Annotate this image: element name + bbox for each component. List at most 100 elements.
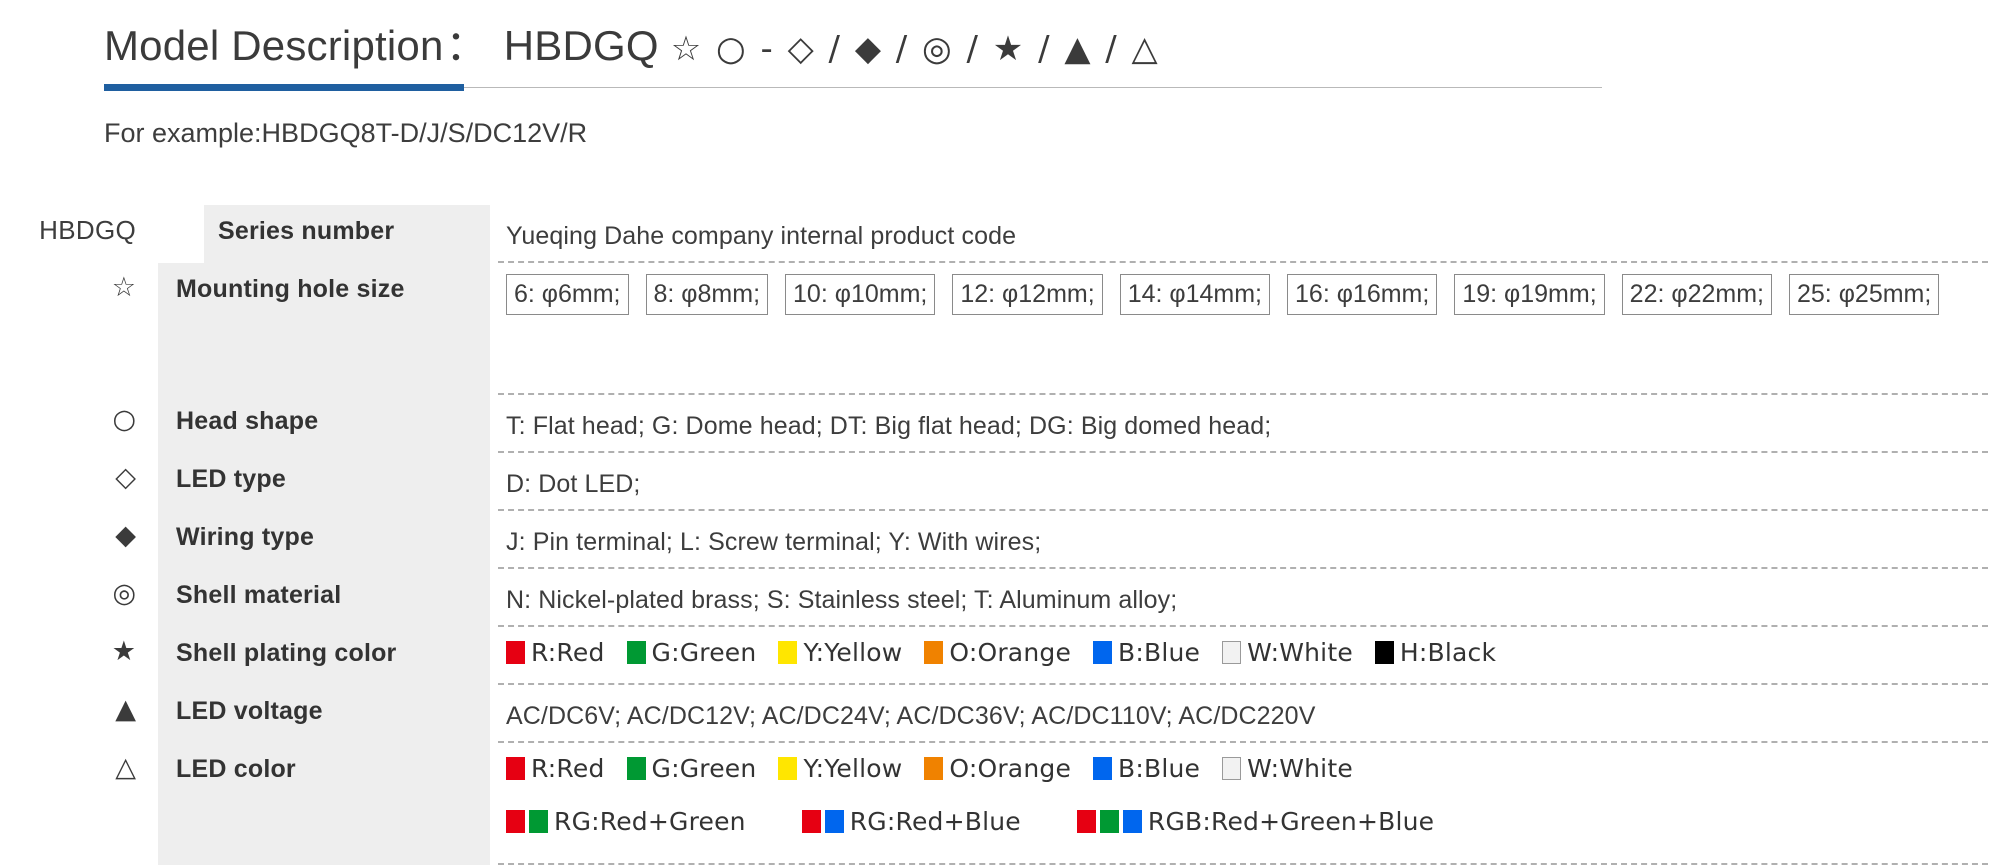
row-value-content: Yueqing Dahe company internal product co… bbox=[506, 216, 1976, 256]
page-title-text: Model Description bbox=[104, 22, 444, 69]
color-legend-label: G:Green bbox=[651, 638, 757, 667]
row-label: Wiring type bbox=[158, 511, 490, 569]
color-legend-item: B:Blue bbox=[1093, 754, 1200, 783]
hole-size-option[interactable]: 6: φ6mm; bbox=[506, 274, 629, 315]
model-description-table: HBDGQ Series number Yueqing Dahe company i… bbox=[0, 205, 2000, 865]
color-legend-label: RGB:Red+Green+Blue bbox=[1147, 807, 1435, 836]
model-symbol-sequence: ☆ ○ - ◇ / ◆ / ◎ / ★ / ▲ / △ bbox=[670, 29, 1160, 69]
color-legend-row: R:Red G:Green Y:Yellow O:Orange B:Blue W:Whit… bbox=[506, 638, 1976, 667]
row-label: Mounting hole size bbox=[158, 263, 490, 395]
row-value-cell: R:Red G:Green Y:Yellow O:Orange B:Blue W:Whit… bbox=[490, 743, 2000, 865]
model-code: HBDGQ bbox=[503, 22, 659, 69]
row-symbol-icon: ◎ bbox=[112, 578, 136, 609]
table-row: ○ Head shape T: Flat head; G: Dome head; D… bbox=[0, 395, 2000, 453]
example-line: For example:HBDGQ8T-D/J/S/DC12V/R bbox=[104, 118, 588, 148]
row-value-content: 6: φ6mm; 8: φ8mm; 10: φ10mm; 12: φ12mm; 14: … bbox=[506, 274, 1976, 315]
color-legend-label: W:White bbox=[1247, 754, 1353, 783]
table-row: ◆ Wiring type J: Pin terminal; L: Screw te… bbox=[0, 511, 2000, 569]
row-symbol-cell: ★ bbox=[0, 627, 158, 685]
page-title: Model Description ： HBDGQ ☆ ○ - ◇ / ◆ / … bbox=[104, 12, 1604, 73]
color-legend-item: B:Blue bbox=[1093, 638, 1200, 667]
row-value-text: J: Pin terminal; L: Screw terminal; Y: W… bbox=[506, 528, 1042, 556]
table-row: ☆ Mounting hole size 6: φ6mm; 8: φ8mm; 10: φ… bbox=[0, 263, 2000, 395]
row-symbol-cell: HBDGQ bbox=[0, 205, 158, 263]
hole-size-option[interactable]: 22: φ22mm; bbox=[1621, 274, 1772, 315]
color-swatch-icon bbox=[1093, 641, 1113, 664]
row-value-cell: N: Nickel-plated brass; S: Stainless ste… bbox=[490, 569, 2000, 627]
color-swatch-icon bbox=[924, 757, 944, 780]
color-legend-label: RG:Red+Green bbox=[554, 807, 746, 836]
hole-size-option[interactable]: 14: φ14mm; bbox=[1119, 274, 1271, 315]
color-swatch-icon bbox=[924, 641, 944, 664]
row-value-text: AC/DC6V; AC/DC12V; AC/DC24V; AC/DC36V; A… bbox=[506, 702, 1316, 730]
hole-size-option[interactable]: 10: φ10mm; bbox=[785, 274, 936, 315]
row-symbol-cell: ☆ bbox=[0, 263, 158, 395]
color-legend-label: O:Orange bbox=[949, 754, 1072, 783]
row-value-text: T: Flat head; G: Dome head; DT: Big flat… bbox=[506, 412, 1272, 440]
color-legend-item: RGB:Red+Green+Blue bbox=[1076, 807, 1435, 836]
row-symbol-icon: ◆ bbox=[115, 520, 136, 551]
row-value-content: R:Red G:Green Y:Yellow O:Orange B:Blue W:Whit… bbox=[506, 638, 1976, 667]
page-header: Model Description ： HBDGQ ☆ ○ - ◇ / ◆ / … bbox=[104, 12, 1604, 73]
row-value-text: D: Dot LED; bbox=[506, 470, 641, 498]
title-underline-accent bbox=[104, 84, 464, 91]
hole-size-option[interactable]: 12: φ12mm; bbox=[952, 274, 1103, 315]
row-value-cell: 6: φ6mm; 8: φ8mm; 10: φ10mm; 12: φ12mm; 14: … bbox=[490, 263, 2000, 395]
color-swatch-icon bbox=[1374, 641, 1394, 664]
row-symbol-cell: ○ bbox=[0, 395, 158, 453]
row-value-content: J: Pin terminal; L: Screw terminal; Y: W… bbox=[506, 522, 1976, 562]
color-swatch-icon bbox=[824, 810, 844, 833]
page-title-colon: ： bbox=[445, 22, 488, 69]
color-legend-label: Y:Yellow bbox=[803, 638, 903, 667]
row-symbol-cell: ◇ bbox=[0, 453, 158, 511]
legend-row-spacer bbox=[506, 783, 1976, 807]
row-value-content: D: Dot LED; bbox=[506, 464, 1976, 504]
color-legend-label: Y:Yellow bbox=[803, 754, 903, 783]
row-value-cell: AC/DC6V; AC/DC12V; AC/DC24V; AC/DC36V; A… bbox=[490, 685, 2000, 743]
color-legend-item: H:Black bbox=[1374, 638, 1497, 667]
table-row: ◇ LED type D: Dot LED; bbox=[0, 453, 2000, 511]
color-legend-label: R:Red bbox=[531, 754, 605, 783]
row-value-text: Yueqing Dahe company internal product co… bbox=[506, 222, 1017, 250]
row-symbol-cell: △ bbox=[0, 743, 158, 865]
color-legend-item: Y:Yellow bbox=[778, 754, 902, 783]
color-legend-item: G:Green bbox=[626, 754, 757, 783]
color-legend-label: B:Blue bbox=[1118, 754, 1201, 783]
color-legend-item: RG:Red+Blue bbox=[801, 807, 1021, 836]
row-symbol-icon: ★ bbox=[111, 636, 136, 667]
row-symbol-cell: ▲ bbox=[0, 685, 158, 743]
row-label: Shell material bbox=[158, 569, 490, 627]
row-label: Head shape bbox=[158, 395, 490, 453]
color-legend-item: O:Orange bbox=[924, 638, 1071, 667]
color-legend-label: R:Red bbox=[531, 638, 605, 667]
hole-size-option[interactable]: 8: φ8mm; bbox=[645, 274, 769, 315]
color-legend-item: R:Red bbox=[506, 638, 605, 667]
table-row: ◎ Shell material N: Nickel-plated brass; S… bbox=[0, 569, 2000, 627]
row-value-cell: J: Pin terminal; L: Screw terminal; Y: W… bbox=[490, 511, 2000, 569]
table-row: HBDGQ Series number Yueqing Dahe company i… bbox=[0, 205, 2000, 263]
row-value-cell: D: Dot LED; bbox=[490, 453, 2000, 511]
hole-size-option[interactable]: 25: φ25mm; bbox=[1789, 274, 1940, 315]
color-legend-item: Y:Yellow bbox=[778, 638, 902, 667]
row-symbol-icon: △ bbox=[115, 752, 136, 783]
row-symbol-icon: ○ bbox=[112, 404, 136, 435]
row-value-text: N: Nickel-plated brass; S: Stainless ste… bbox=[506, 586, 1178, 614]
hole-size-option[interactable]: 19: φ19mm; bbox=[1454, 274, 1605, 315]
row-symbol-icon: ◇ bbox=[115, 462, 136, 493]
color-legend-row-combined: RG:Red+Green RG:Red+Blue RGB:Red+Green+Blu… bbox=[506, 807, 1976, 836]
row-value-content: T: Flat head; G: Dome head; DT: Big flat… bbox=[506, 406, 1976, 446]
color-swatch-icon bbox=[506, 757, 525, 780]
color-legend-label: W:White bbox=[1247, 638, 1353, 667]
row-value-content: N: Nickel-plated brass; S: Stainless ste… bbox=[506, 580, 1976, 620]
row-value-cell: Yueqing Dahe company internal product co… bbox=[490, 205, 2000, 263]
hole-size-option[interactable]: 16: φ16mm; bbox=[1287, 274, 1438, 315]
row-value-cell: T: Flat head; G: Dome head; DT: Big flat… bbox=[490, 395, 2000, 453]
color-legend-label: H:Black bbox=[1399, 638, 1497, 667]
color-legend-label: G:Green bbox=[651, 754, 757, 783]
row-label: LED type bbox=[158, 453, 490, 511]
color-legend-item: W:White bbox=[1222, 638, 1353, 667]
color-legend-row: R:Red G:Green Y:Yellow O:Orange B:Blue W:Whit… bbox=[506, 754, 1976, 783]
color-legend-item: O:Orange bbox=[924, 754, 1071, 783]
row-label: LED voltage bbox=[158, 685, 490, 743]
color-legend-label: B:Blue bbox=[1118, 638, 1201, 667]
